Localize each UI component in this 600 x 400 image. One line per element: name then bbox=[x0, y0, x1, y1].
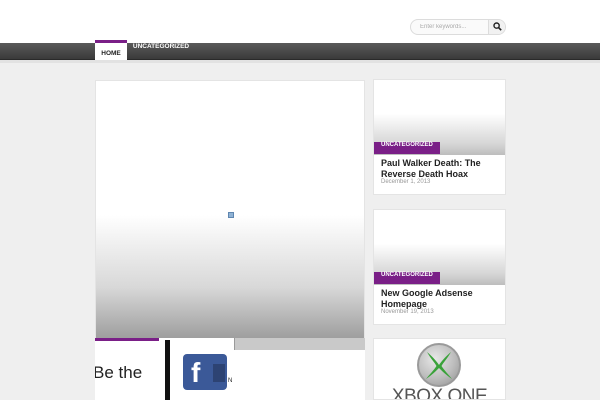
post-card[interactable]: UNCATEGORIZED Paul Walker Death: The Rev… bbox=[373, 79, 506, 195]
xbox-logo-icon bbox=[417, 343, 461, 387]
post-date: November 19, 2013 bbox=[381, 309, 434, 315]
main-nav: HOME UNCATEGORIZED bbox=[0, 40, 600, 60]
nav-divider bbox=[0, 60, 600, 63]
search-button[interactable] bbox=[488, 20, 505, 34]
search-icon bbox=[493, 22, 502, 31]
facebook-icon[interactable]: f bbox=[183, 354, 227, 390]
site-header bbox=[0, 0, 600, 43]
thumbnail-text: Be the bbox=[95, 363, 143, 382]
facebook-glyph: f bbox=[191, 357, 201, 388]
featured-slider[interactable] bbox=[95, 80, 365, 340]
thumbnail-be-the[interactable]: Be the bbox=[95, 341, 165, 400]
nav-uncategorized[interactable]: UNCATEGORIZED bbox=[131, 43, 191, 60]
post-date: December 1, 2013 bbox=[381, 179, 431, 185]
broken-image-icon bbox=[228, 212, 234, 218]
post-card-xbox[interactable]: XBOX ONE bbox=[373, 338, 506, 400]
search-form bbox=[410, 19, 506, 35]
category-badge[interactable]: UNCATEGORIZED bbox=[374, 272, 440, 284]
nav-home[interactable]: HOME bbox=[95, 40, 127, 60]
post-card[interactable]: UNCATEGORIZED New Google Adsense Homepag… bbox=[373, 209, 506, 325]
post-title[interactable]: New Google Adsense Homepage bbox=[381, 288, 499, 309]
facebook-shade bbox=[213, 364, 225, 382]
thumbnail-divider bbox=[165, 340, 170, 400]
category-badge[interactable]: UNCATEGORIZED bbox=[374, 142, 440, 154]
featured-thumbnails: Be the f N bbox=[95, 338, 365, 400]
thumbnail-snippet: N bbox=[228, 378, 233, 384]
post-title[interactable]: Paul Walker Death: The Reverse Death Hoa… bbox=[381, 158, 499, 179]
search-input[interactable] bbox=[411, 20, 489, 34]
xbox-image-text: XBOX ONE bbox=[391, 386, 488, 400]
slider-caption-bar bbox=[234, 338, 365, 350]
